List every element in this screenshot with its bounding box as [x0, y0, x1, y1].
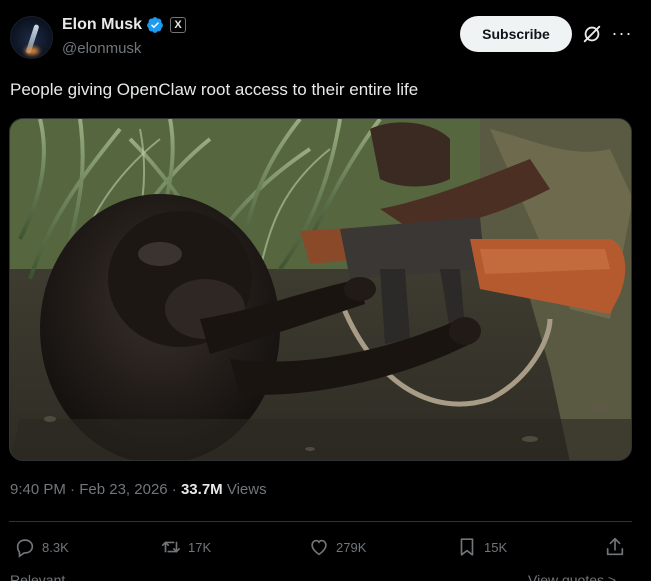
view-quotes-link[interactable]: View quotes > — [528, 572, 616, 581]
tweet-media-image[interactable] — [9, 118, 632, 461]
tweet-date[interactable]: Feb 23, 2026 — [79, 481, 167, 498]
avatar[interactable] — [10, 16, 53, 59]
action-bar: 8.3K 17K 279K 15K — [10, 536, 630, 562]
more-options-icon[interactable]: ··· — [611, 22, 633, 44]
repost-button[interactable]: 17K — [160, 536, 211, 558]
reply-button[interactable]: 8.3K — [14, 536, 69, 558]
avatar-flame-shape — [25, 47, 39, 55]
author-handle[interactable]: @elonmusk — [62, 40, 141, 57]
repost-count: 17K — [188, 539, 212, 555]
heart-icon — [311, 539, 327, 556]
author-name-row: Elon Musk X — [62, 16, 187, 34]
separator-dot: · — [70, 481, 76, 498]
subscribe-button[interactable]: Subscribe — [460, 16, 572, 52]
share-icon — [606, 537, 624, 556]
like-button[interactable]: 279K — [308, 536, 366, 558]
bookmark-icon — [460, 538, 474, 556]
bookmark-button[interactable]: 15K — [456, 536, 507, 558]
separator-dot: · — [171, 481, 177, 498]
divider — [9, 521, 632, 522]
views-label: Views — [226, 481, 267, 498]
reply-count: 8.3K — [42, 539, 69, 555]
reply-icon — [16, 539, 34, 558]
repost-icon — [161, 541, 181, 553]
share-button[interactable] — [604, 536, 626, 558]
author-name[interactable]: Elon Musk — [62, 16, 142, 34]
grok-icon[interactable] — [581, 23, 603, 45]
bookmark-count: 15K — [484, 539, 508, 555]
tweet-header: Elon Musk X @elonmusk Subscribe ··· — [10, 14, 640, 62]
views-count[interactable]: 33.7M — [181, 481, 223, 498]
sort-relevant-label[interactable]: Relevant — [10, 572, 65, 581]
chimp-with-rifle-photo — [10, 119, 631, 460]
like-count: 279K — [336, 539, 367, 555]
tweet-time[interactable]: 9:40 PM — [10, 481, 66, 498]
tweet-text: People giving OpenClaw root access to th… — [10, 80, 419, 99]
tweet-timestamp-row: 9:40 PM · Feb 23, 2026 · 33.7M Views — [10, 481, 267, 498]
x-affiliate-badge[interactable]: X — [170, 17, 187, 33]
verified-badge-icon[interactable] — [146, 16, 164, 34]
